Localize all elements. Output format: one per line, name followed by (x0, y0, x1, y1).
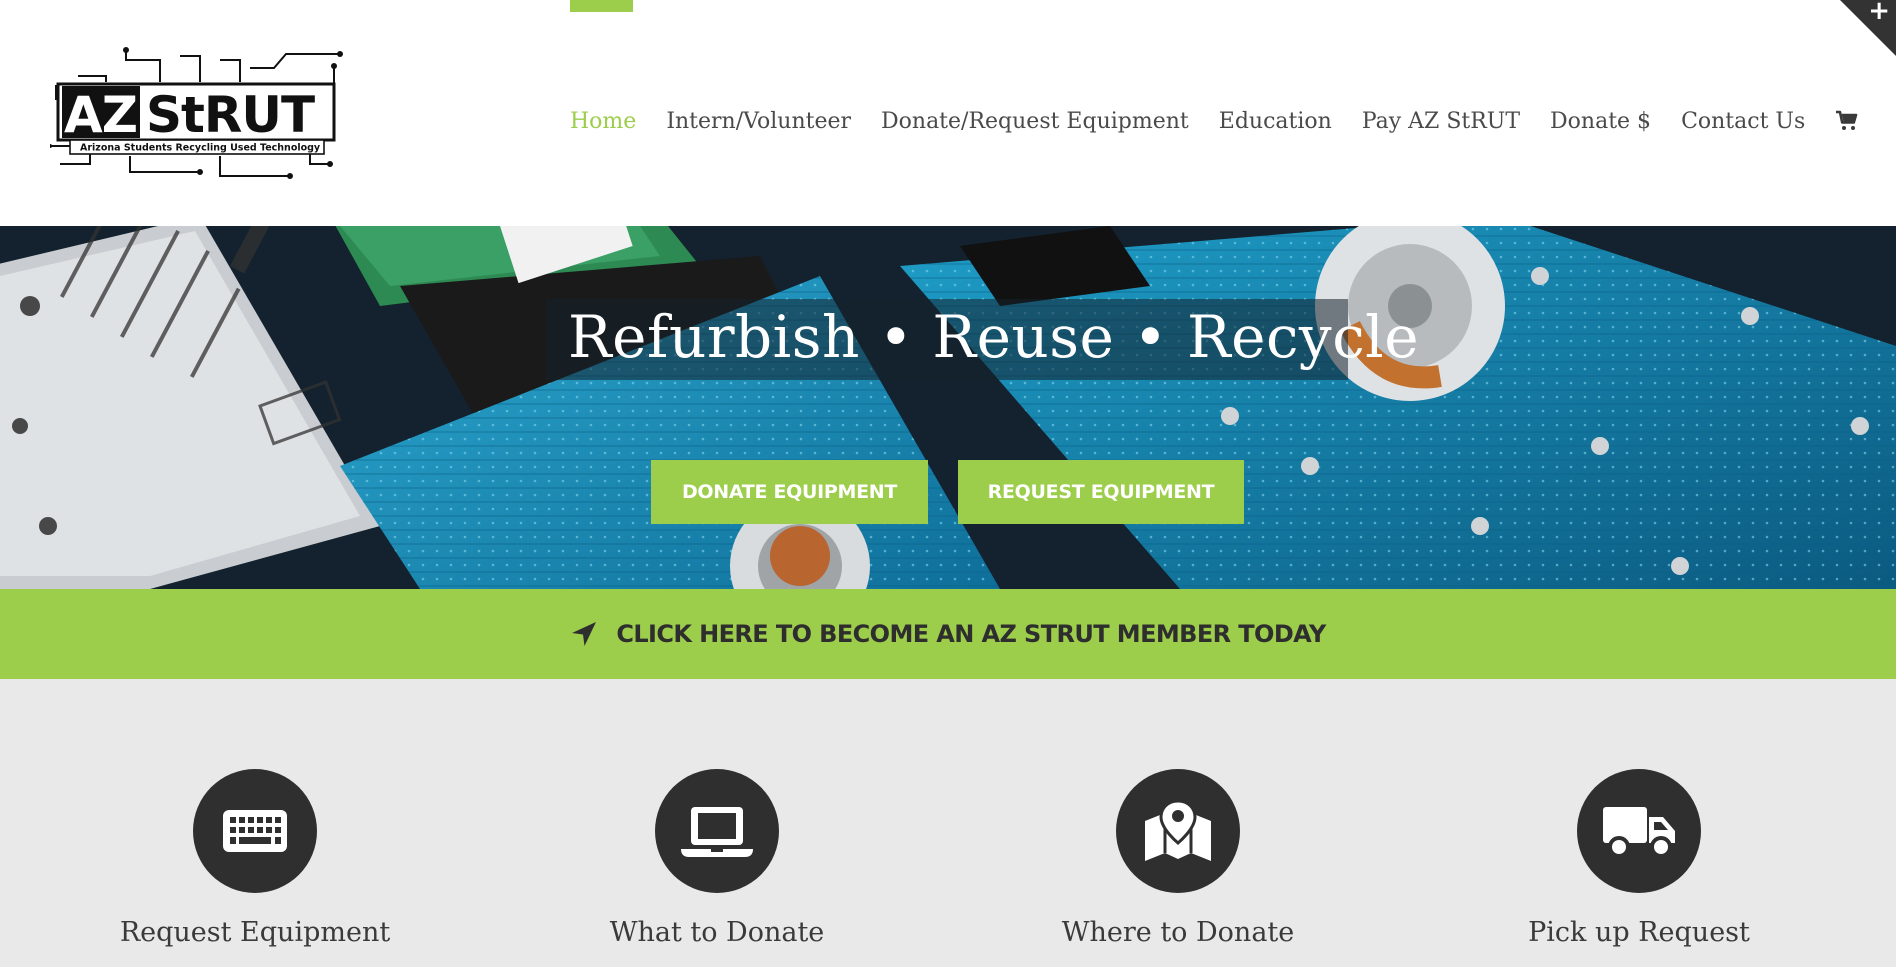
hero-title-panel: Refurbish • Reuse • Recycle (546, 299, 1419, 380)
hero-title: Refurbish • Reuse • Recycle (568, 303, 1420, 371)
feature-icon-circle (1116, 769, 1240, 893)
feature-label: Where to Donate (1061, 917, 1295, 948)
hero-banner: Refurbish • Reuse • Recycle DONATE EQUIP… (0, 226, 1896, 589)
request-equipment-button[interactable]: REQUEST EQUIPMENT (958, 460, 1244, 524)
site-header: + AZ StRUT Arizona Students Recycling Us… (0, 0, 1896, 226)
nav-item-donate-request-equipment[interactable]: Donate/Request Equipment (881, 109, 1189, 134)
paper-plane-icon (572, 622, 597, 646)
truck-icon (1603, 807, 1675, 858)
nav-item-contact-us[interactable]: Contact Us (1681, 109, 1805, 134)
feature-what-to-donate[interactable]: What to Donate (517, 769, 917, 948)
feature-icon-circle (655, 769, 779, 893)
feature-label: Pick up Request (1528, 917, 1750, 948)
hero-background-image (0, 226, 1896, 589)
logo-strut-text: StRUT (146, 86, 315, 144)
logo-az-text: AZ (64, 86, 137, 144)
logo-tagline: Arizona Students Recycling Used Technolo… (80, 143, 321, 154)
nav-item-home[interactable]: Home (570, 109, 636, 134)
plus-icon[interactable]: + (1868, 0, 1890, 26)
feature-pick-up-request[interactable]: Pick up Request (1439, 769, 1839, 948)
page: + AZ StRUT Arizona Students Recycling Us… (0, 0, 1896, 967)
nav-item-pay-az-strut[interactable]: Pay AZ StRUT (1362, 109, 1520, 134)
become-member-bar[interactable]: CLICK HERE TO BECOME AN AZ STRUT MEMBER … (0, 589, 1896, 679)
nav-item-donate-money[interactable]: Donate $ (1550, 109, 1651, 134)
features-section: Request Equipment What to Donate Where t… (0, 679, 1896, 967)
feature-icon-circle (193, 769, 317, 893)
feature-label: Request Equipment (119, 917, 391, 948)
laptop-icon (681, 807, 753, 857)
keyboard-icon (223, 810, 287, 852)
nav-item-intern-volunteer[interactable]: Intern/Volunteer (666, 109, 851, 134)
shopping-cart-icon[interactable] (1835, 109, 1859, 133)
main-nav: Home Intern/Volunteer Donate/Request Equ… (570, 104, 1896, 138)
nav-item-education[interactable]: Education (1219, 109, 1332, 134)
feature-label: What to Donate (609, 917, 825, 948)
nav-active-indicator (570, 0, 633, 12)
logo-graphic: AZ StRUT Arizona Students Recycling Used… (48, 47, 343, 179)
become-member-text: CLICK HERE TO BECOME AN AZ STRUT MEMBER … (616, 620, 1326, 648)
feature-icon-circle (1577, 769, 1701, 893)
map-marker-icon (1145, 799, 1211, 861)
feature-request-equipment[interactable]: Request Equipment (55, 769, 455, 948)
site-logo[interactable]: AZ StRUT Arizona Students Recycling Used… (48, 46, 348, 180)
feature-where-to-donate[interactable]: Where to Donate (978, 769, 1378, 948)
donate-equipment-button[interactable]: DONATE EQUIPMENT (651, 460, 928, 524)
